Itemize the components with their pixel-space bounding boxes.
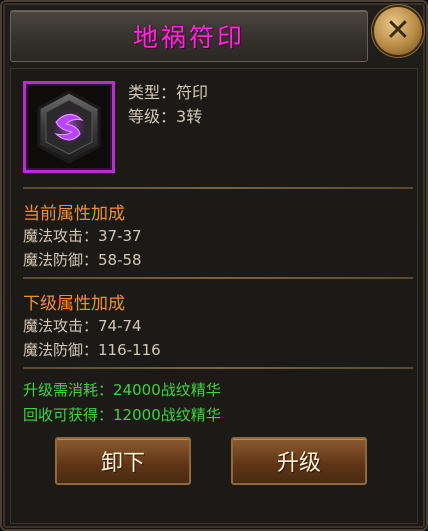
current-bonus-heading: 当前属性加成: [23, 204, 125, 224]
upgrade-button-label: 升级: [276, 451, 321, 476]
item-type-label: 类型：: [128, 83, 177, 102]
stat-label: 魔法攻击：: [23, 317, 99, 335]
stat-label: 魔法防御：: [23, 341, 99, 359]
item-type-value: 符印: [176, 83, 209, 102]
rune-dialog: 地祸符印 ✕ 类型：符印 等级：3转 当前属性加成 魔法攻击：37-37 魔法防…: [0, 0, 428, 531]
divider: [23, 187, 413, 189]
unequip-button-label: 卸下: [100, 451, 145, 476]
close-button[interactable]: ✕: [374, 7, 422, 55]
stat-value: 116-116: [98, 341, 161, 359]
stat-value: 37-37: [98, 227, 142, 245]
unequip-button[interactable]: 卸下: [55, 437, 191, 485]
next-magic-attack: 魔法攻击：74-74: [23, 315, 142, 336]
content-area: 类型：符印 等级：3转 当前属性加成 魔法攻击：37-37 魔法防御：58-58…: [10, 68, 418, 524]
stat-value: 74-74: [98, 317, 142, 335]
upgrade-cost: 升级需消耗：24000战纹精华: [23, 379, 221, 400]
stat-label: 魔法攻击：: [23, 227, 99, 245]
stat-value: 58-58: [98, 251, 142, 269]
title-bar: 地祸符印: [10, 10, 368, 62]
close-icon: ✕: [385, 13, 411, 48]
next-magic-defense: 魔法防御：116-116: [23, 339, 161, 360]
item-icon-frame[interactable]: [23, 81, 115, 173]
current-magic-defense: 魔法防御：58-58: [23, 249, 142, 270]
recycle-gain-label: 回收可获得：: [23, 406, 114, 424]
upgrade-cost-label: 升级需消耗：: [23, 381, 114, 399]
purple-rune-sigil-icon: [37, 90, 101, 164]
item-level: 等级：3转: [128, 103, 202, 127]
divider: [23, 277, 413, 279]
upgrade-cost-value: 24000战纹精华: [113, 381, 221, 399]
stat-label: 魔法防御：: [23, 251, 99, 269]
item-level-label: 等级：: [128, 107, 177, 126]
item-level-value: 3转: [176, 107, 203, 126]
current-magic-attack: 魔法攻击：37-37: [23, 225, 142, 246]
recycle-gain: 回收可获得：12000战纹精华: [23, 404, 221, 425]
recycle-gain-value: 12000战纹精华: [113, 406, 221, 424]
item-type: 类型：符印: [128, 79, 208, 103]
dialog-title: 地祸符印: [132, 23, 245, 52]
next-bonus-heading: 下级属性加成: [23, 294, 125, 314]
upgrade-button[interactable]: 升级: [231, 437, 367, 485]
divider: [23, 367, 413, 369]
